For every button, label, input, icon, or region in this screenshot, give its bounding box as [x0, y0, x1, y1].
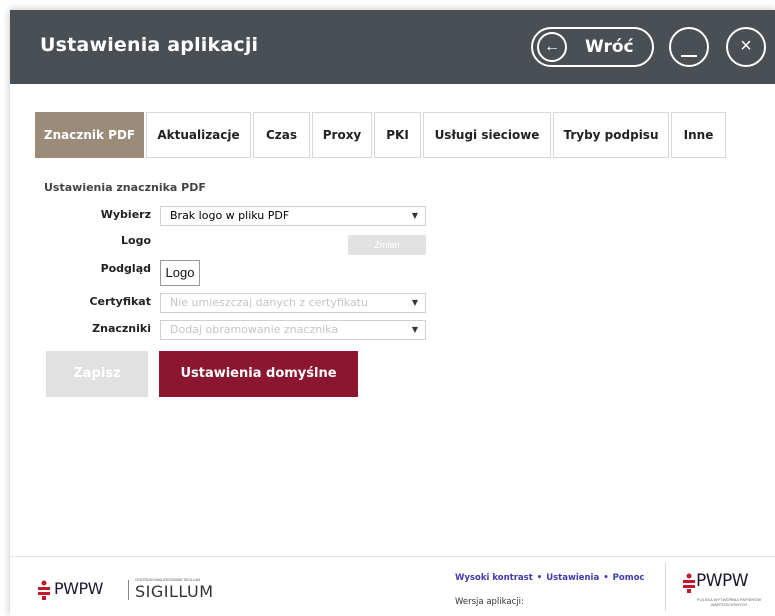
markers-value: Dodaj obramowanie znacznika: [170, 323, 339, 336]
link-separator: •: [603, 573, 609, 583]
help-link[interactable]: Pomoc: [613, 573, 645, 583]
wybierz-label: Wybierz: [100, 208, 151, 221]
arrow-left-icon: ←: [537, 32, 567, 62]
app-window: Ustawienia aplikacji ← Wróć × Znacznik P…: [10, 10, 775, 616]
pwpw-logo-text: PWPW: [696, 571, 749, 591]
logo-source-value: Brak logo w pliku PDF: [170, 209, 290, 222]
tab-proxy[interactable]: Proxy: [312, 112, 372, 158]
logo-source-select[interactable]: Brak logo w pliku PDF ▼: [160, 206, 426, 226]
pwpw-emblem-icon: [683, 573, 695, 593]
link-separator: •: [536, 573, 543, 583]
tab-inne[interactable]: Inne: [671, 112, 726, 158]
footer-links: Wysoki kontrast • Ustawienia • Pomoc: [455, 573, 644, 583]
tab-znacznik-pdf[interactable]: Znacznik PDF: [35, 112, 144, 158]
tab-tryby-podpisu[interactable]: Tryby podpisu: [553, 112, 669, 158]
logo-label: Logo: [121, 234, 151, 247]
footer-divider: [665, 563, 666, 611]
minimize-button[interactable]: [669, 27, 709, 67]
page-title: Ustawienia aplikacji: [40, 34, 259, 56]
logo-separator: [128, 580, 129, 600]
sigillum-logo-text: SIGILLUM: [135, 582, 214, 601]
pwpw-logo-text: PWPW: [54, 579, 103, 598]
section-title: Ustawienia znacznika PDF: [44, 181, 206, 194]
app-version: Wersja aplikacji:: [455, 597, 524, 607]
podglad-label: Podgląd: [100, 262, 151, 275]
tab-pki[interactable]: PKI: [374, 112, 421, 158]
certificate-select[interactable]: Nie umieszczaj danych z certyfikatu ▼: [160, 293, 426, 313]
save-button[interactable]: Zapisz: [46, 351, 148, 397]
logo-preview: Logo: [160, 260, 200, 286]
close-button[interactable]: ×: [726, 27, 766, 67]
back-button[interactable]: ← Wróć: [531, 27, 654, 67]
tab-uslugi-sieciowe[interactable]: Usługi sieciowe: [423, 112, 551, 158]
dropdown-arrow-icon: ▼: [411, 325, 418, 334]
minimize-icon: [681, 55, 697, 57]
title-bar: Ustawienia aplikacji ← Wróć ×: [10, 10, 775, 84]
dropdown-arrow-icon: ▼: [411, 298, 418, 307]
footer: PWPW CENTRUM KWALIFIKOWANE SIGILLUM SIGI…: [10, 556, 775, 616]
tab-czas[interactable]: Czas: [253, 112, 310, 158]
pwpw-logo: PWPW POLSKA WYTWÓRNIA PAPIERÓW WARTOŚCIO…: [682, 569, 772, 613]
default-settings-button[interactable]: Ustawienia domyślne: [159, 351, 358, 397]
markers-select[interactable]: Dodaj obramowanie znacznika ▼: [160, 320, 426, 340]
tab-aktualizacje[interactable]: Aktualizacje: [146, 112, 251, 158]
znaczniki-label: Znaczniki: [92, 322, 151, 335]
high-contrast-link[interactable]: Wysoki kontrast: [455, 573, 533, 583]
back-button-label: Wróć: [585, 37, 634, 57]
close-icon: ×: [740, 35, 752, 57]
dropdown-arrow-icon: ▼: [411, 211, 418, 220]
settings-link[interactable]: Ustawienia: [546, 573, 599, 583]
pwpw-logo-subtitle: POLSKA WYTWÓRNIA PAPIERÓW WARTOŚCIOWYCH: [696, 597, 762, 607]
change-logo-button[interactable]: Zmień: [348, 235, 426, 255]
certyfikat-label: Certyfikat: [89, 295, 151, 308]
pwpw-emblem-icon: [38, 580, 50, 600]
certificate-value: Nie umieszczaj danych z certyfikatu: [170, 296, 368, 309]
